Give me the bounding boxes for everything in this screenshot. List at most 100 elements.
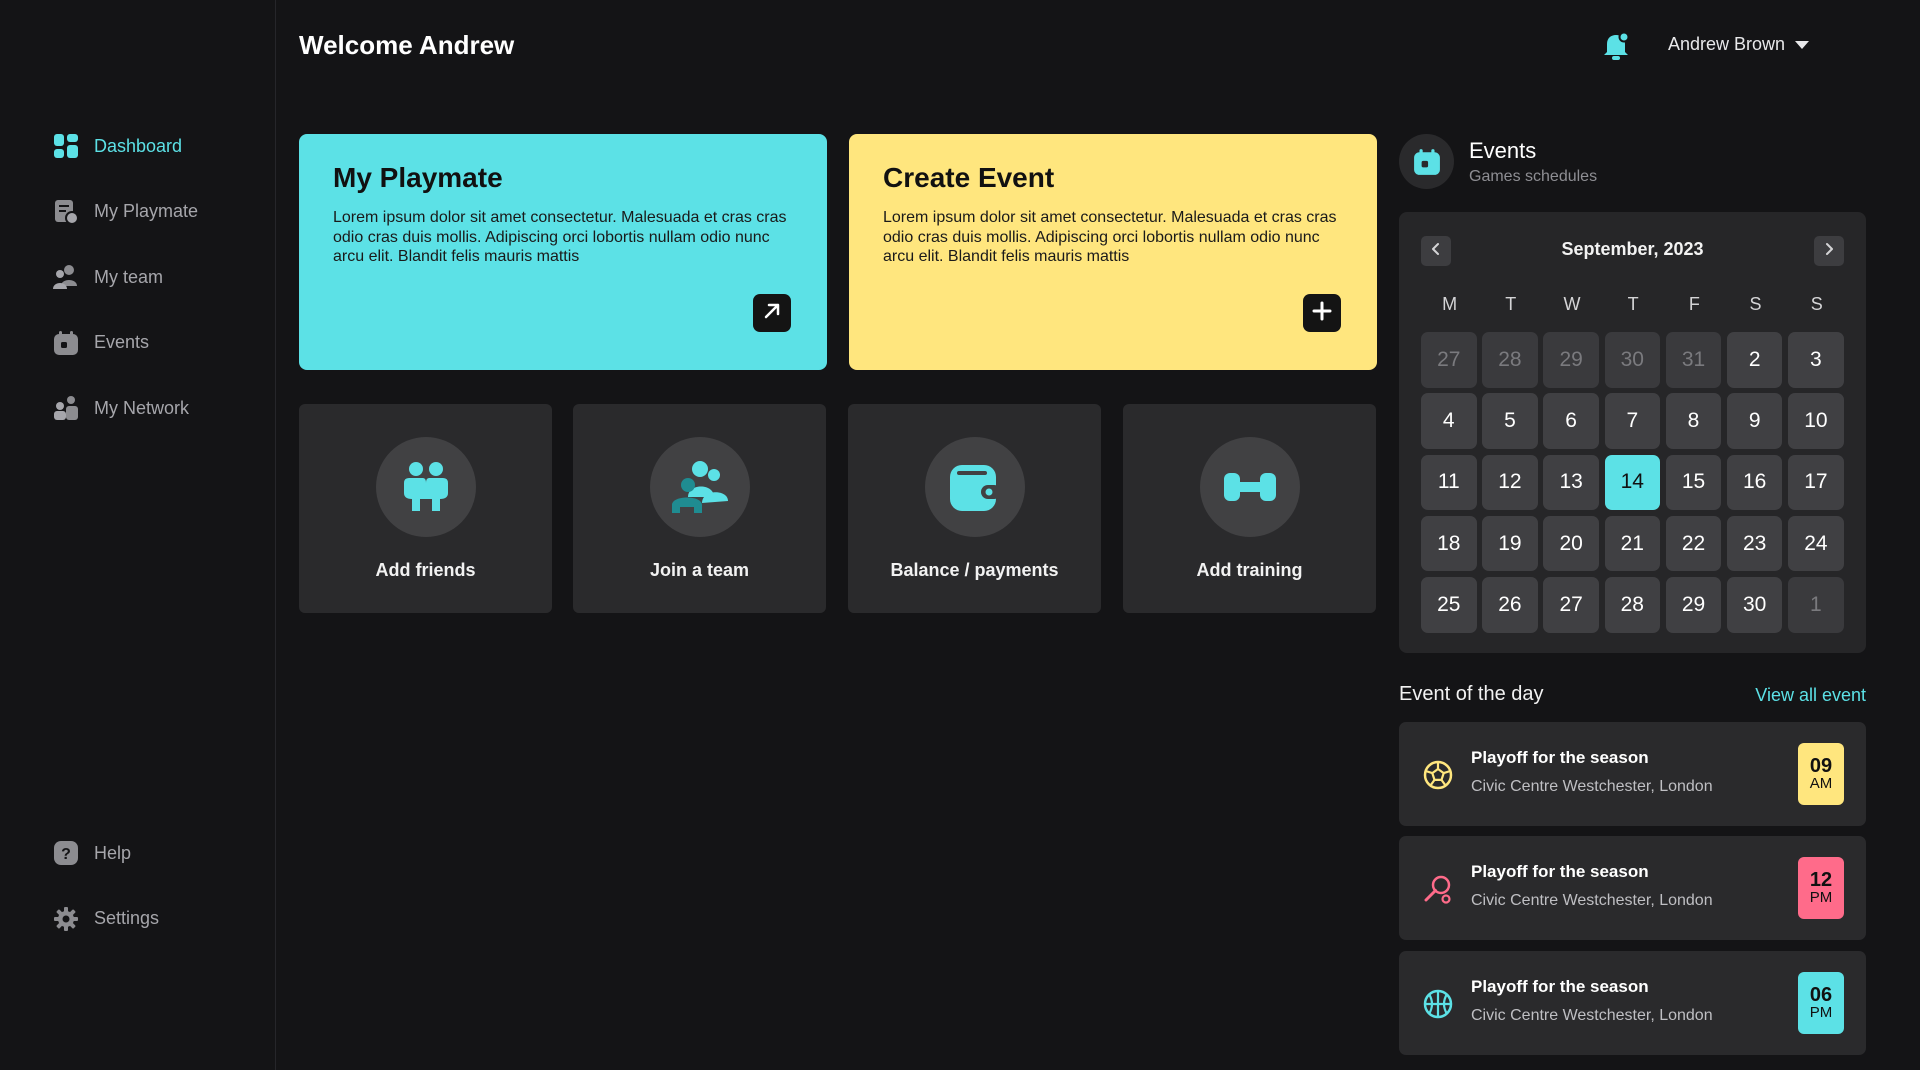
event-card[interactable]: Playoff for the season Civic Centre Westc…: [1399, 951, 1866, 1055]
user-name: Andrew Brown: [1668, 34, 1786, 54]
event-card[interactable]: Playoff for the season Civic Centre Westc…: [1399, 836, 1866, 940]
join-team-tile[interactable]: Join a team: [573, 404, 826, 613]
sidebar-item-label: Help: [94, 842, 132, 863]
calendar-day[interactable]: 22: [1665, 515, 1722, 572]
sidebar-item-help[interactable]: ? Help: [52, 838, 159, 868]
tennis-racket-icon: [1421, 872, 1455, 906]
calendar-day[interactable]: 29: [1665, 577, 1722, 633]
sidebar-item-label: Events: [94, 332, 150, 352]
events-subtitle: Games schedules: [1469, 168, 1598, 185]
soccer-ball-icon: [1421, 758, 1455, 792]
calendar-day[interactable]: 28: [1604, 577, 1661, 633]
sidebar-item-settings[interactable]: Settings: [52, 904, 159, 934]
event-hour: 09: [1809, 755, 1833, 777]
create-event-button[interactable]: [1303, 294, 1341, 332]
open-playmate-button[interactable]: [753, 294, 791, 332]
calendar-day[interactable]: 16: [1726, 454, 1783, 511]
event-title: Playoff for the season: [1471, 862, 1649, 881]
view-all-events-link[interactable]: View all event: [1755, 685, 1866, 706]
calendar-day[interactable]: 9: [1726, 393, 1783, 449]
sidebar-bottom-nav: ? Help Settings: [52, 838, 159, 969]
weekday-label: T: [1505, 294, 1517, 314]
calendar-day[interactable]: 23: [1726, 515, 1783, 572]
calendar-day[interactable]: 2: [1726, 332, 1783, 388]
weekday-label: W: [1563, 294, 1581, 314]
calendar-day[interactable]: 30: [1604, 332, 1661, 388]
sidebar-item-label: My Playmate: [94, 201, 199, 221]
sidebar-item-label: My team: [94, 266, 164, 287]
calendar-icon: [52, 329, 80, 357]
calendar-day[interactable]: 21: [1604, 515, 1661, 572]
sidebar-nav: Dashboard My Playmate My team Events My …: [52, 131, 198, 459]
calendar-day[interactable]: 27: [1543, 577, 1599, 633]
sidebar-item-events[interactable]: Events: [52, 328, 198, 358]
calendar-day[interactable]: 10: [1788, 393, 1844, 449]
calendar-day[interactable]: 29: [1543, 332, 1599, 388]
calendar-day[interactable]: 17: [1788, 454, 1844, 511]
event-title: Playoff for the season: [1471, 748, 1649, 767]
event-period: PM: [1809, 1004, 1833, 1021]
network-icon: [52, 394, 80, 422]
chevron-right-icon: [1822, 242, 1836, 261]
calendar-day[interactable]: 15: [1665, 454, 1722, 511]
arrow-up-right-icon: [761, 300, 783, 327]
add-training-tile[interactable]: Add training: [1123, 404, 1376, 613]
chevron-down-icon: [1795, 40, 1810, 49]
calendar-day[interactable]: 3: [1788, 332, 1844, 388]
event-time-badge: 06 PM: [1798, 972, 1844, 1034]
card-text: Lorem ipsum dolor sit amet consectetur. …: [883, 209, 1337, 265]
calendar-day[interactable]: 11: [1421, 454, 1477, 511]
event-time-badge: 09 AM: [1798, 743, 1844, 805]
event-card[interactable]: Playoff for the season Civic Centre Westc…: [1399, 722, 1866, 826]
calendar-day[interactable]: 5: [1482, 393, 1538, 449]
sidebar-item-my-playmate[interactable]: My Playmate: [52, 197, 198, 227]
user-menu[interactable]: Andrew Brown: [1668, 34, 1810, 55]
bell-icon[interactable]: [1600, 30, 1632, 62]
calendar-month: September, 2023: [1561, 239, 1704, 259]
basketball-icon: [1421, 987, 1455, 1021]
calendar-day[interactable]: 19: [1482, 515, 1538, 572]
event-location: Civic Centre Westchester, London: [1471, 778, 1713, 795]
my-playmate-card[interactable]: My Playmate Lorem ipsum dolor sit amet c…: [299, 134, 827, 370]
sidebar-item-my-network[interactable]: My Network: [52, 393, 198, 423]
calendar-day[interactable]: 20: [1543, 515, 1599, 572]
calendar: September, 2023 MTWTFSS 27 28 29 30 31 2 3 4 5 6 7…: [1399, 212, 1866, 653]
calendar-day[interactable]: 27: [1421, 332, 1477, 388]
events-title: Events: [1469, 138, 1537, 163]
calendar-day[interactable]: 25: [1421, 577, 1477, 633]
playmate-icon: [52, 198, 80, 226]
card-title: Create Event: [883, 162, 1055, 193]
event-period: PM: [1809, 889, 1833, 906]
calendar-day[interactable]: 28: [1482, 332, 1538, 388]
next-month-button[interactable]: [1814, 236, 1844, 266]
calendar-day[interactable]: 24: [1788, 515, 1844, 572]
calendar-day[interactable]: 4: [1421, 393, 1477, 449]
tile-label: Add friends: [375, 560, 476, 580]
sidebar-item-my-team[interactable]: My team: [52, 262, 198, 292]
calendar-day[interactable]: 30: [1726, 577, 1783, 633]
calendar-day[interactable]: 6: [1543, 393, 1599, 449]
calendar-day[interactable]: 26: [1482, 577, 1538, 633]
card-text: Lorem ipsum dolor sit amet consectetur. …: [333, 209, 787, 265]
event-of-the-day-heading: Event of the day: [1399, 683, 1544, 705]
calendar-day[interactable]: 13: [1543, 454, 1599, 511]
calendar-day[interactable]: 31: [1665, 332, 1722, 388]
calendar-day[interactable]: 12: [1482, 454, 1538, 511]
calendar-day[interactable]: 1: [1788, 577, 1844, 633]
event-location: Civic Centre Westchester, London: [1471, 892, 1713, 909]
create-event-card[interactable]: Create Event Lorem ipsum dolor sit amet …: [849, 134, 1377, 370]
calendar-day[interactable]: 7: [1604, 393, 1661, 449]
tile-label: Balance / payments: [890, 560, 1059, 580]
calendar-day[interactable]: 18: [1421, 515, 1477, 572]
event-time-badge: 12 PM: [1798, 857, 1844, 919]
calendar-day-selected[interactable]: 14: [1604, 454, 1661, 511]
sidebar-item-label: Dashboard: [94, 135, 183, 156]
card-title: My Playmate: [333, 162, 503, 193]
event-period: AM: [1809, 775, 1833, 792]
add-friends-tile[interactable]: Add friends: [299, 404, 552, 613]
balance-payments-tile[interactable]: Balance / payments: [848, 404, 1101, 613]
sidebar-item-dashboard[interactable]: Dashboard: [52, 131, 198, 161]
weekday-label: S: [1810, 294, 1823, 314]
calendar-day[interactable]: 8: [1665, 393, 1722, 449]
weekday-label: M: [1442, 294, 1458, 314]
